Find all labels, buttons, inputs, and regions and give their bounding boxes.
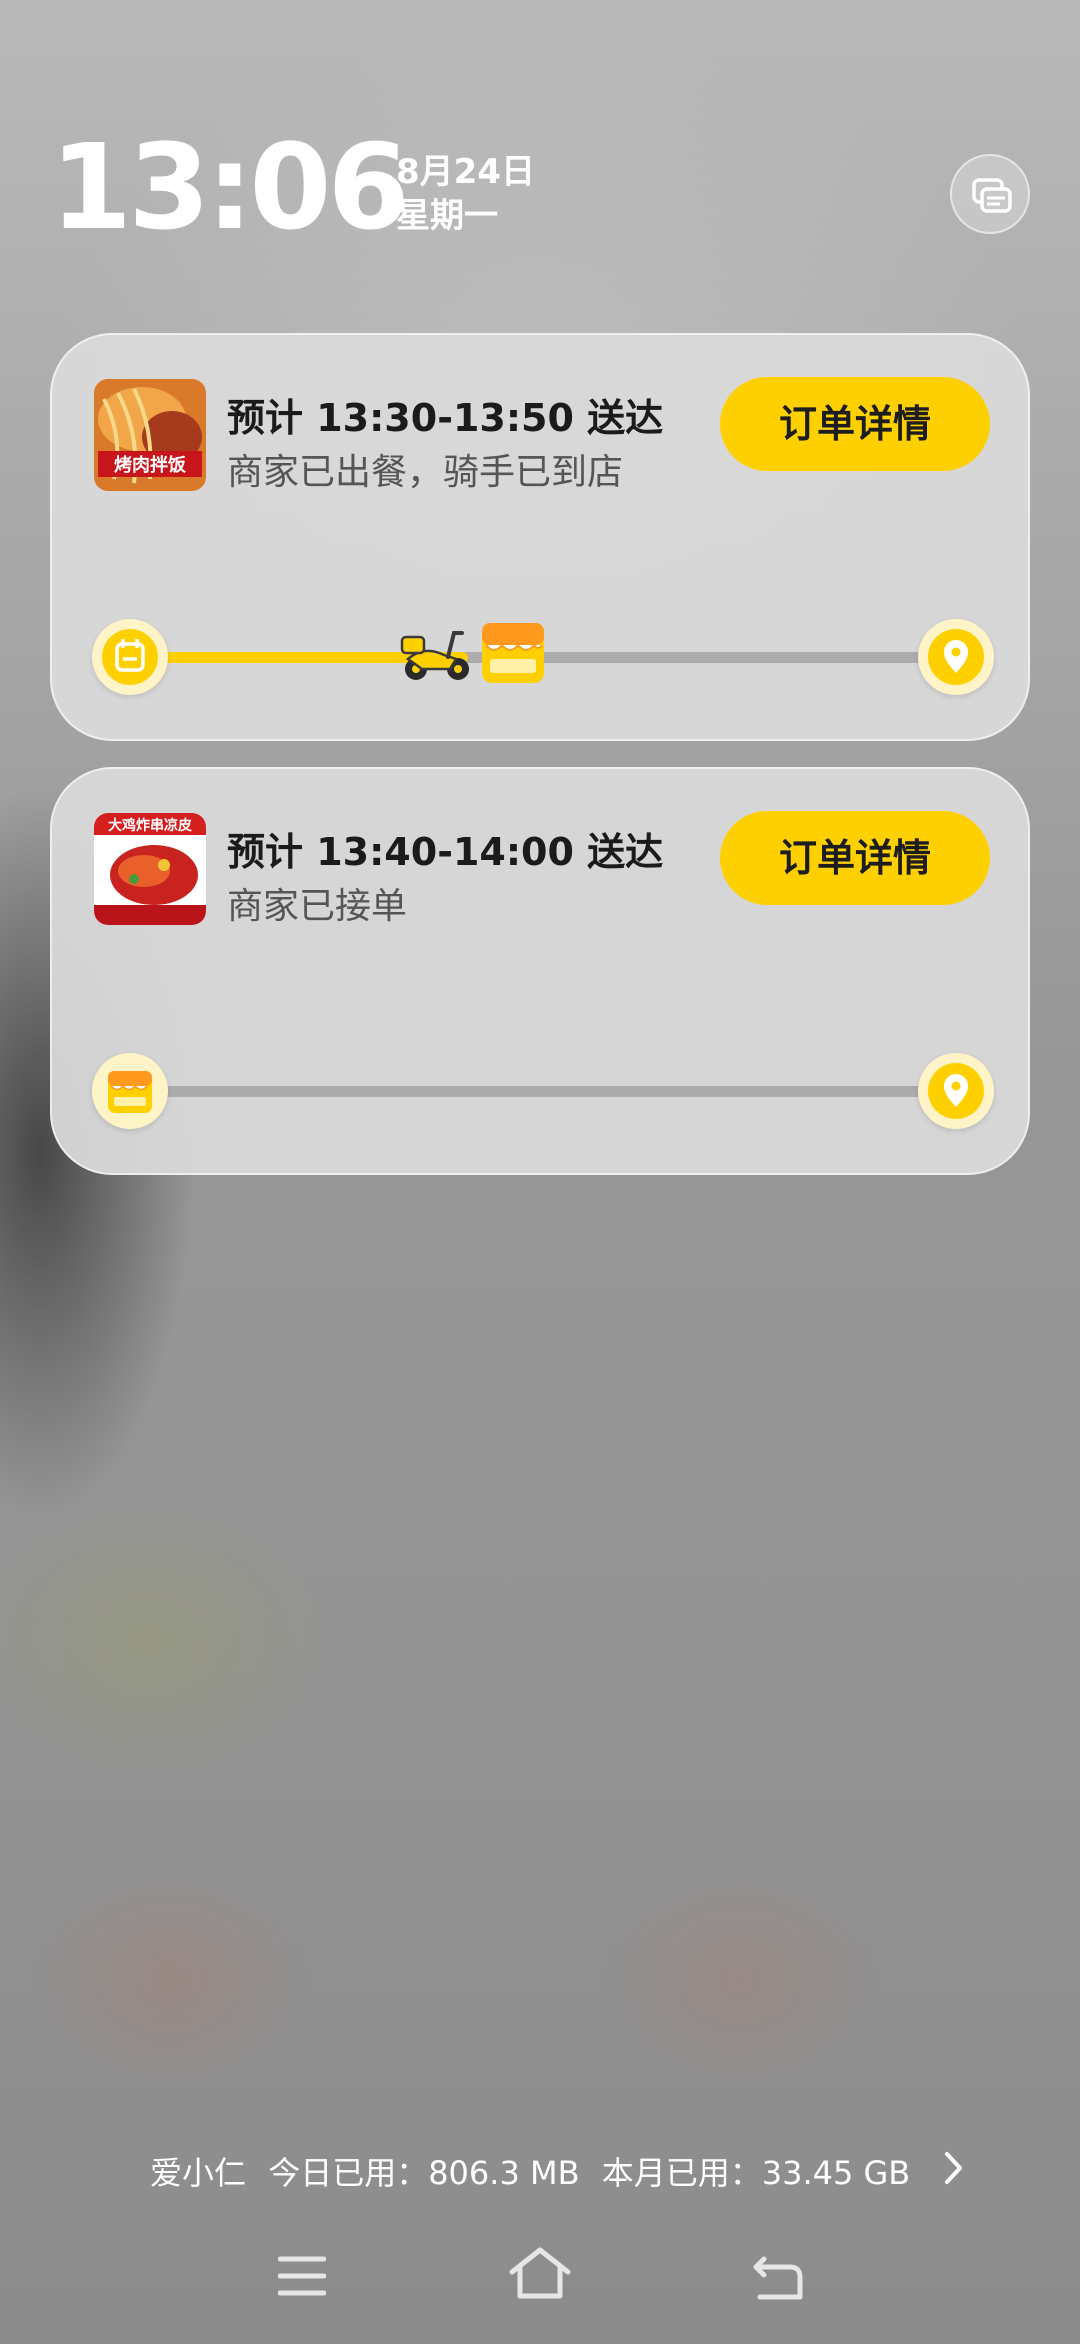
thumbnail-text: 烤肉拌饭 xyxy=(114,454,186,476)
merchant-thumbnail: 大鸡炸串凉皮 xyxy=(94,813,206,925)
shop-icon xyxy=(108,1071,152,1113)
destination-node xyxy=(918,1053,994,1129)
scooter-icon xyxy=(400,631,469,680)
delivery-notification-card[interactable]: 烤肉拌饭 预计 13:30-13:50 送达 商家已出餐，骑手已到店 订单详情 xyxy=(50,333,1030,741)
delivery-eta: 预计 13:30-13:50 送达 xyxy=(227,396,664,440)
data-usage-bar[interactable]: 爱小仁 今日已用：806.3 MB 本月已用：33.45 GB xyxy=(150,2148,922,2194)
delivery-progress-track xyxy=(160,1086,970,1097)
home-icon[interactable] xyxy=(508,2246,572,2300)
location-pin-icon xyxy=(928,1063,984,1119)
notification-cards-icon xyxy=(972,178,1012,213)
delivery-progress-track xyxy=(160,652,970,663)
merchant-node xyxy=(92,1053,168,1129)
notification-cards-button[interactable] xyxy=(950,154,1030,234)
order-status: 商家已出餐，骑手已到店 xyxy=(227,452,624,493)
lockscreen-date-block: 8月24日 星期一 xyxy=(396,150,535,238)
data-usage-month: 本月已用：33.45 GB xyxy=(601,2154,911,2192)
delivery-eta: 预计 13:40-14:00 送达 xyxy=(227,830,664,874)
thumbnail-text: 大鸡炸串凉皮 xyxy=(108,817,192,834)
lockscreen-clock: 13:06 xyxy=(50,118,410,256)
data-usage-today: 今日已用：806.3 MB xyxy=(268,2154,580,2192)
order-details-button[interactable]: 订单详情 xyxy=(720,811,990,905)
menu-icon[interactable] xyxy=(278,2255,326,2297)
order-status: 商家已接单 xyxy=(227,886,408,927)
location-pin-icon xyxy=(928,629,984,685)
chevron-right-icon[interactable] xyxy=(942,2150,966,2186)
back-icon[interactable] xyxy=(750,2255,806,2301)
merchant-thumbnail: 烤肉拌饭 xyxy=(94,379,206,491)
delivery-notification-card[interactable]: 大鸡炸串凉皮 预计 13:40-14:00 送达 商家已接单 订单详情 xyxy=(50,767,1030,1175)
shop-icon xyxy=(482,623,544,683)
calendar-icon xyxy=(102,629,158,685)
lockscreen-date: 8月24日 xyxy=(396,152,535,192)
data-usage-user: 爱小仁 xyxy=(150,2154,247,2192)
order-details-button[interactable]: 订单详情 xyxy=(720,377,990,471)
lockscreen-weekday: 星期一 xyxy=(396,196,498,236)
destination-node xyxy=(918,619,994,695)
order-start-node xyxy=(92,619,168,695)
